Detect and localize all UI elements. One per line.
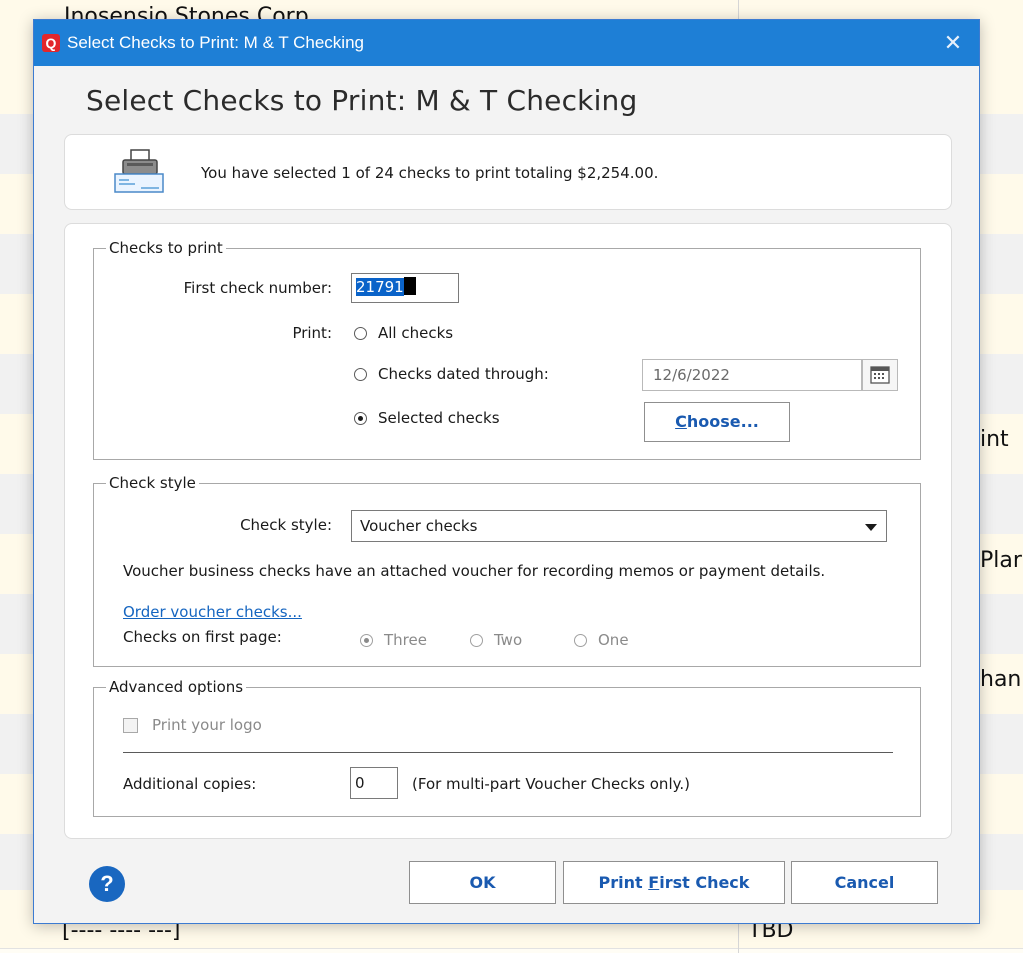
check-style-legend: Check style [106,473,199,493]
print-first-check-button[interactable]: Print First Check [563,861,785,904]
register-partial-text: han [980,667,1022,692]
radio-label: Two [494,631,523,649]
radio-label: All checks [378,324,454,342]
check-style-label: Check style: [240,516,332,534]
checks-to-print-legend: Checks to print [106,238,226,258]
radio-label: Selected checks [378,409,500,427]
radio-all-checks[interactable]: All checks [354,324,453,342]
quicken-app-icon: Q [42,34,60,52]
date-through-input[interactable]: 12/6/2022 [642,359,862,391]
radio-one[interactable]: One [574,631,629,649]
select-checks-dialog: Q Select Checks to Print: M & T Checking… [33,19,980,924]
print-first-label-prefix: Print [598,873,649,892]
dialog-heading: Select Checks to Print: M & T Checking [86,84,638,117]
choose-button[interactable]: Choose... [644,402,790,442]
close-button[interactable]: ✕ [939,29,967,57]
order-voucher-checks-link[interactable]: Order voucher checks... [123,603,302,621]
radio-checks-dated-through[interactable]: Checks dated through: [354,365,549,383]
radio-circle [354,367,367,381]
calendar-icon [870,366,890,384]
ok-button[interactable]: OK [409,861,556,904]
choose-button-label: hoose... [686,412,759,431]
separator-line [123,752,893,753]
selection-summary: You have selected 1 of 24 checks to prin… [201,164,659,182]
check-style-select[interactable]: Voucher checks [351,510,887,542]
radio-label: One [598,631,629,649]
chevron-down-icon [865,524,877,531]
help-button[interactable]: ? [89,866,125,902]
advanced-options-legend: Advanced options [106,677,247,697]
print-label: Print: [292,324,332,342]
options-card: Checks to print First check number: 2179… [64,223,952,839]
calendar-button[interactable] [862,359,898,391]
radio-three[interactable]: Three [360,631,427,649]
window-title: Select Checks to Print: M & T Checking [67,33,364,52]
print-logo-label: Print your logo [152,716,262,734]
radio-circle [574,633,587,647]
title-bar[interactable]: Q Select Checks to Print: M & T Checking… [34,20,979,66]
check-style-description: Voucher business checks have an attached… [123,562,826,580]
print-first-label-rest: irst Check [659,873,750,892]
check-style-group: Check style Check style: Voucher checks … [93,473,921,667]
print-first-accelerator: F [648,873,660,892]
radio-circle [360,633,373,647]
checks-on-first-page-label: Checks on first page: [123,628,282,646]
check-style-value: Voucher checks [360,517,478,535]
radio-circle [354,411,367,425]
choose-accelerator: C [675,412,687,431]
radio-circle [354,326,367,340]
register-partial-text: int [980,427,1009,452]
checks-to-print-group: Checks to print First check number: 2179… [93,238,921,460]
check-printer-icon [111,146,167,196]
first-check-number-input[interactable]: 21791 [351,273,459,303]
summary-card: You have selected 1 of 24 checks to prin… [64,134,952,210]
radio-circle [470,633,483,647]
advanced-options-group: Advanced options Print your logo Additio… [93,677,921,817]
radio-two[interactable]: Two [470,631,522,649]
cancel-button[interactable]: Cancel [791,861,938,904]
radio-label: Checks dated through: [378,365,549,383]
additional-copies-label: Additional copies: [123,775,257,793]
print-logo-checkbox[interactable] [123,718,138,733]
radio-label: Three [384,631,427,649]
radio-selected-checks[interactable]: Selected checks [354,409,500,427]
text-cursor [403,277,416,295]
first-check-number-value: 21791 [356,278,404,296]
first-check-number-label: First check number: [183,279,332,297]
additional-copies-input[interactable]: 0 [350,767,398,799]
register-partial-text: Plar [980,548,1022,573]
additional-copies-note: (For multi-part Voucher Checks only.) [412,775,690,793]
